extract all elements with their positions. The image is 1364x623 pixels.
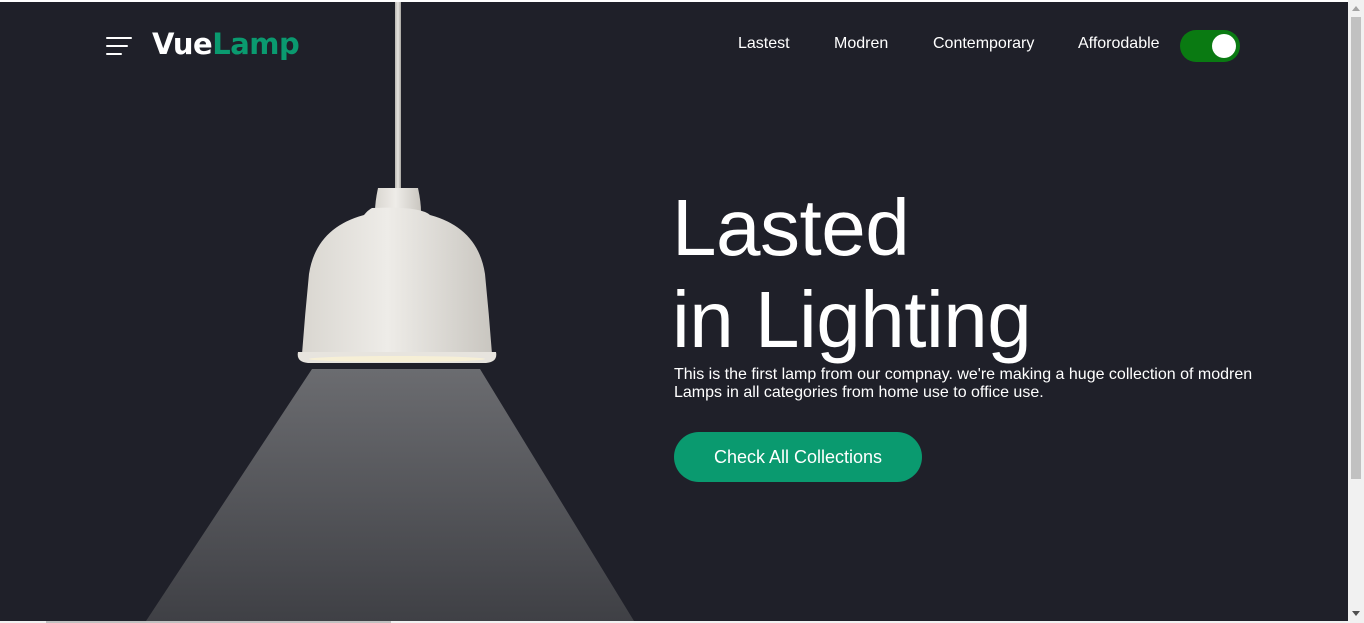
lamp-shade bbox=[302, 207, 492, 354]
nav-link-lastest[interactable]: Lastest bbox=[738, 35, 790, 53]
hero-description: This is the first lamp from our compnay.… bbox=[674, 366, 1253, 401]
vertical-scroll-thumb[interactable] bbox=[1351, 17, 1361, 479]
nav-link-modren[interactable]: Modren bbox=[834, 35, 888, 53]
scroll-down-arrow-icon[interactable] bbox=[1352, 611, 1360, 616]
theme-toggle[interactable] bbox=[1180, 30, 1240, 62]
hero-title-line1: Lasted bbox=[672, 183, 910, 272]
lamp-bulb-glow bbox=[309, 356, 485, 362]
hero-title: Lasted in Lighting bbox=[672, 182, 1032, 366]
hero-title-line2: in Lighting bbox=[672, 275, 1032, 364]
vertical-scrollbar[interactable] bbox=[1348, 0, 1364, 623]
nav-link-afforodable[interactable]: Afforodable bbox=[1078, 35, 1160, 53]
nav-link-contemporary[interactable]: Contemporary bbox=[933, 35, 1034, 53]
check-all-collections-button[interactable]: Check All Collections bbox=[674, 432, 922, 482]
lamp-cord bbox=[395, 2, 401, 192]
scroll-up-arrow-icon[interactable] bbox=[1352, 6, 1360, 11]
light-beam bbox=[146, 369, 634, 621]
toggle-knob bbox=[1212, 34, 1236, 58]
pendant-lamp-illustration bbox=[146, 2, 634, 621]
hero-page: VueLamp Lastest Modren Contemporary Affo… bbox=[0, 2, 1348, 621]
